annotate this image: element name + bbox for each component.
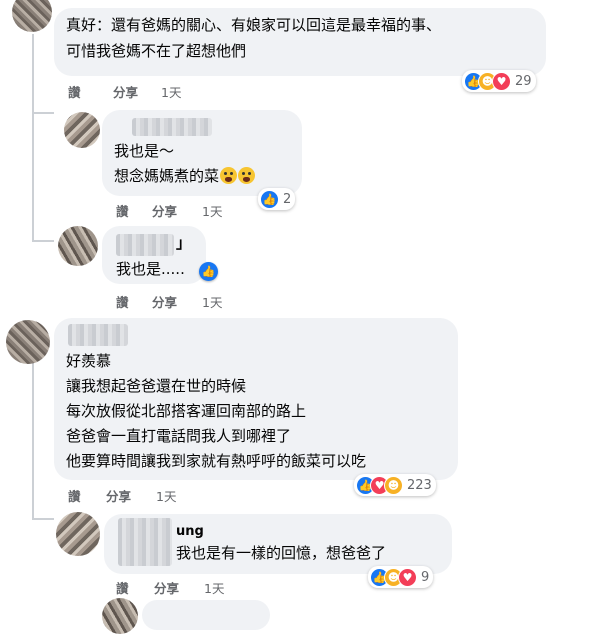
reply-text: 我也是～ [114,142,175,160]
timestamp[interactable]: 1天 [161,82,181,101]
comment-text: 可惜我爸媽不在了超想他們 [66,42,247,60]
thread-line [32,34,34,112]
share-button[interactable]: 分享 [154,578,204,597]
reply-bubble: 」 我也是..... [102,226,206,284]
reaction-summary[interactable]: 👍 ♥ ☻ 223 [354,474,436,496]
blurred-name [68,324,128,346]
like-button[interactable]: 讚 [116,292,152,311]
reaction-summary[interactable]: 👍 2 [258,188,296,210]
reply-bubble: ung 我也是有一樣的回憶，想爸爸了 [104,514,452,574]
blurred-name [118,518,172,566]
thread-line [32,112,54,114]
avatar[interactable] [12,0,52,32]
comment-bubble: 真好：還有爸媽的關心、有娘家可以回這是最幸福的事、 可惜我爸媽不在了超想他們 [54,8,546,76]
avatar[interactable] [64,112,100,148]
thread-line [32,518,54,520]
crying-face-icon [220,167,238,184]
thread-line [32,240,54,242]
reply-text: 想念媽媽煮的菜 [114,167,220,185]
reaction-count: 29 [515,73,532,89]
reply-actions: 讚 分享 1天 [116,201,222,220]
reply-text: 我也是..... [116,260,185,278]
comment-actions: 讚 分享 1天 [68,486,176,505]
timestamp[interactable]: 1天 [202,292,222,311]
reply-actions: 讚 分享 1天 [116,578,224,597]
timestamp[interactable]: 1天 [204,578,224,597]
comment-actions: 讚 分享 1天 [68,82,181,101]
reply-bubble: 我也是～ 想念媽媽煮的菜 [102,110,302,196]
commenter-name[interactable]: ung [176,524,204,539]
comment-text: 好羨慕 [66,352,112,370]
reply-actions: 讚 分享 1天 [116,292,222,311]
timestamp[interactable]: 1天 [202,201,222,220]
share-button[interactable]: 分享 [152,292,202,311]
reaction-summary[interactable]: 👍 ☻ ♥ 9 [368,566,434,588]
share-button[interactable]: 分享 [113,82,161,101]
heart-icon: ♥ [398,567,417,587]
care-icon: ☻ [384,475,403,495]
crying-face-icon [238,167,256,184]
share-button[interactable]: 分享 [152,201,202,220]
heart-icon: ♥ [492,71,511,91]
like-button[interactable]: 讚 [116,201,152,220]
like-icon: 👍 [260,189,279,209]
like-icon[interactable]: 👍 [199,262,218,281]
timestamp[interactable]: 1天 [156,486,176,505]
comment-text: 他要算時間讓我到家就有熱呼呼的飯菜可以吃 [66,452,367,470]
blurred-name [116,234,174,256]
comment-text: 真好：還有爸媽的關心、有娘家可以回這是最幸福的事、 [66,16,442,34]
reply-text: 想念媽媽煮的菜 [114,165,256,187]
thread-line [32,360,34,520]
reply-text: 我也是有一樣的回憶，想爸爸了 [176,544,387,562]
avatar[interactable] [6,320,50,364]
reaction-count: 223 [407,477,432,493]
comment-text: 爸爸會一直打電話問我人到哪裡了 [66,427,292,445]
like-button[interactable]: 讚 [68,82,113,101]
like-button[interactable]: 讚 [68,486,106,505]
avatar[interactable] [56,512,100,556]
reaction-count: 2 [283,191,292,207]
thread-line [32,112,34,242]
share-button[interactable]: 分享 [106,486,156,505]
like-button[interactable]: 讚 [116,578,154,597]
comment-text: 每次放假從北部搭客運回南部的路上 [66,402,307,420]
reaction-summary[interactable]: 👍 ☻ ♥ 29 [462,70,536,92]
name-suffix: 」 [176,234,192,252]
comment-bubble: 好羨慕 讓我想起爸爸還在世的時候 每次放假從北部搭客運回南部的路上 爸爸會一直打… [54,318,458,480]
reaction-count: 9 [421,569,430,585]
blurred-name [132,118,212,136]
avatar[interactable] [58,226,98,266]
comment-text: 讓我想起爸爸還在世的時候 [66,377,247,395]
avatar[interactable] [102,598,138,634]
